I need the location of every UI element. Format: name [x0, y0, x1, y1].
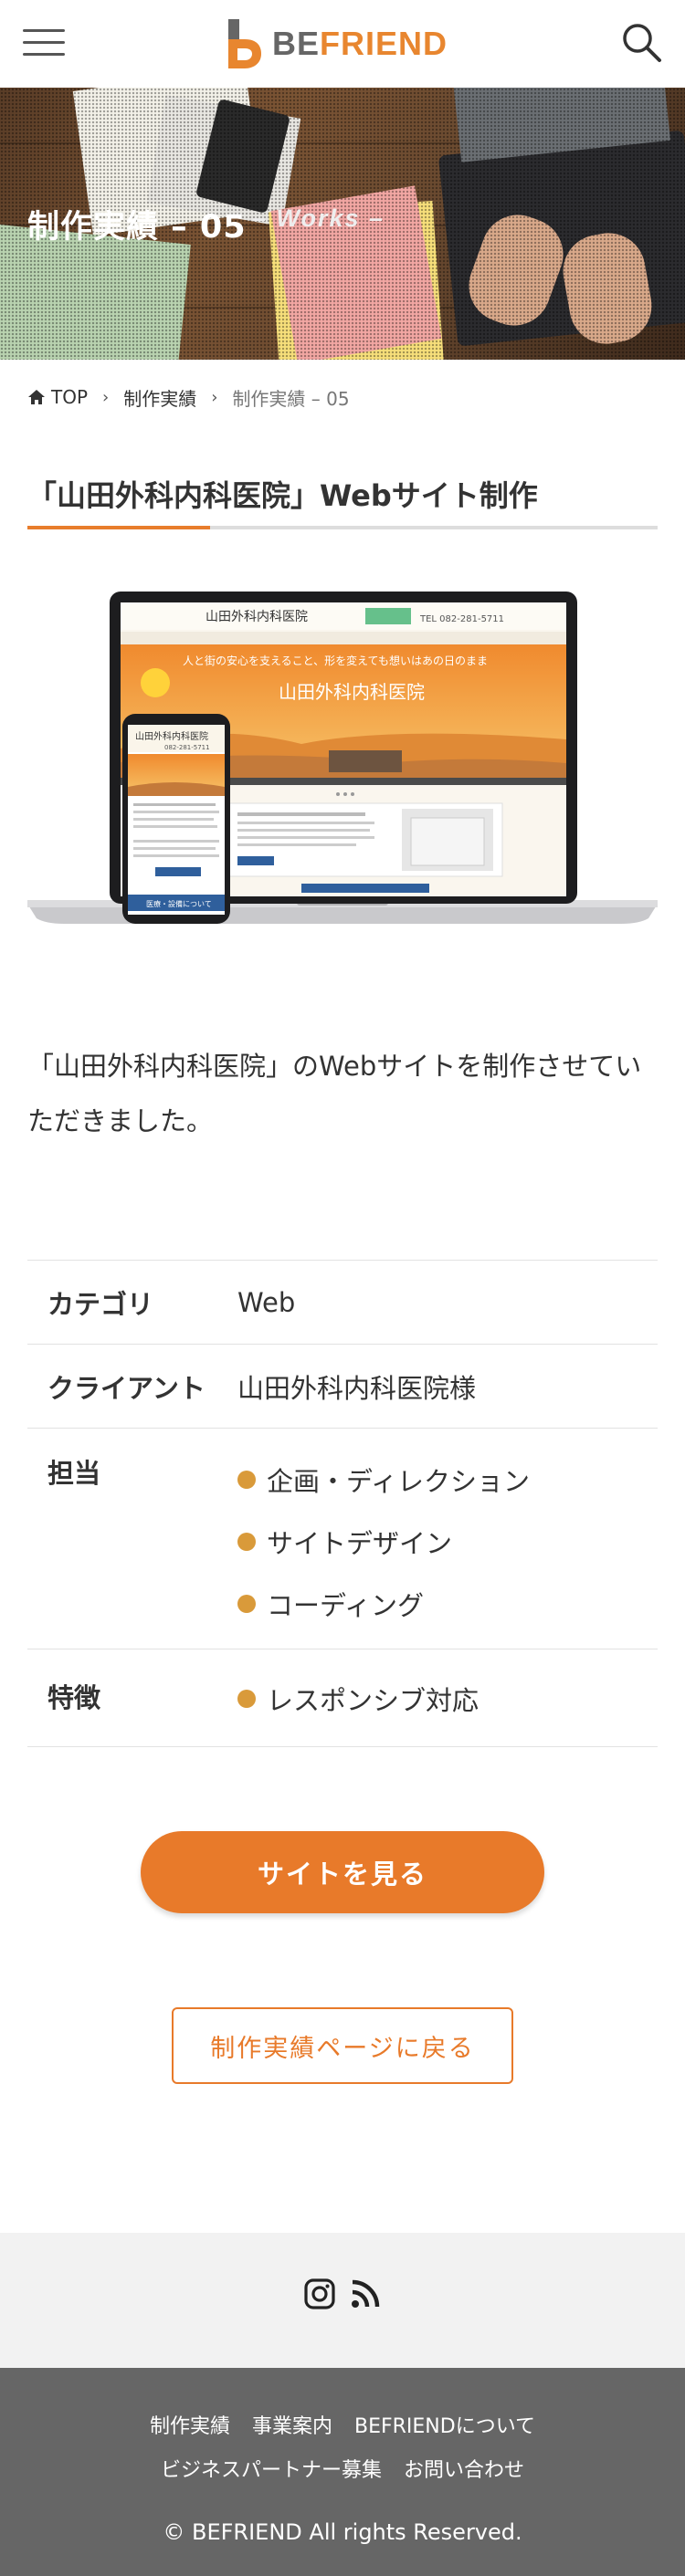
website-mockup-image: 山田外科内科医院 TEL 082-281-5711 人と街の安心を支えること、形…: [27, 592, 658, 924]
svg-text:医療・設備について: 医療・設備について: [146, 899, 212, 908]
info-value-feature-list: レスポンシブ対応: [237, 1649, 479, 1746]
breadcrumb-works[interactable]: 制作実績: [123, 384, 196, 411]
logo-text: BEFRIEND: [272, 25, 448, 62]
breadcrumb-current: 制作実績 – 05: [232, 387, 350, 410]
title-underline: [27, 526, 658, 529]
svg-text:082-281-5711: 082-281-5711: [164, 744, 210, 751]
footer-nav-row-1: 制作実績 事業案内 BEFRIENDについて: [0, 2410, 685, 2439]
list-item: レスポンシブ対応: [237, 1681, 479, 1717]
page-title: 「山田外科内科医院」Webサイト制作: [27, 478, 538, 513]
info-label-role: 担当: [47, 1458, 101, 1489]
instagram-icon[interactable]: [304, 2278, 335, 2309]
footer-link-about[interactable]: BEFRIENDについて: [354, 2410, 535, 2439]
list-item: 企画・ディレクション: [237, 1449, 530, 1511]
svg-text:人と街の安心を支えること、形を変えても想いはあの日のまま: 人と街の安心を支えること、形を変えても想いはあの日のまま: [183, 654, 488, 667]
site-header: BEFRIEND: [0, 0, 685, 88]
info-label-client: クライアント: [47, 1372, 206, 1404]
info-value-role-list: 企画・ディレクション サイトデザイン コーディング: [237, 1429, 530, 1649]
rss-icon[interactable]: [350, 2278, 381, 2309]
bullet-dot-icon: [237, 1471, 256, 1489]
footer-link-business[interactable]: 事業案内: [252, 2410, 332, 2439]
svg-text:山田外科内科医院: 山田外科内科医院: [206, 610, 308, 624]
site-footer: 制作実績 事業案内 BEFRIENDについて ビジネスパートナー募集 お問い合わ…: [0, 2368, 685, 2576]
back-to-works-button[interactable]: 制作実績ページに戻る: [172, 2007, 513, 2084]
footer-nav-row-2: ビジネスパートナー募集 お問い合わせ: [0, 2454, 685, 2483]
list-item: コーディング: [237, 1573, 530, 1635]
svg-text:山田外科内科医院: 山田外科内科医院: [279, 681, 425, 703]
info-row-category: カテゴリ Web: [27, 1260, 658, 1344]
bullet-dot-icon: [237, 1533, 256, 1551]
info-row-feature: 特徴 レスポンシブ対応: [27, 1649, 658, 1747]
view-site-button[interactable]: サイトを見る: [141, 1831, 544, 1913]
breadcrumb-top[interactable]: TOP: [51, 386, 88, 408]
hamburger-menu-icon[interactable]: [23, 27, 65, 58]
info-row-client: クライアント 山田外科内科医院様: [27, 1344, 658, 1428]
info-label-feature: 特徴: [47, 1682, 101, 1713]
hero-banner: 制作実績 – 05 – Works –: [0, 88, 685, 360]
bullet-dot-icon: [237, 1690, 256, 1708]
hero-title: 制作実績 – 05: [27, 209, 247, 246]
social-links-bar: [0, 2233, 685, 2368]
svg-text:山田外科内科医院: 山田外科内科医院: [135, 730, 208, 742]
work-description: 「山田外科内科医院」のWebサイトを制作させていただきました。: [27, 1051, 642, 1136]
home-icon: [28, 390, 45, 404]
footer-link-partner[interactable]: ビジネスパートナー募集: [161, 2454, 382, 2483]
footer-link-works[interactable]: 制作実績: [150, 2410, 230, 2439]
chevron-right-icon: ›: [102, 387, 110, 407]
work-info-table: カテゴリ Web クライアント 山田外科内科医院様 担当 企画・ディレクション …: [27, 1260, 658, 1747]
info-value-category: Web: [237, 1286, 296, 1318]
info-label-category: カテゴリ: [47, 1288, 154, 1320]
bullet-dot-icon: [237, 1595, 256, 1613]
copyright: © BEFRIEND All rights Reserved.: [163, 2519, 522, 2545]
footer-link-contact[interactable]: お問い合わせ: [404, 2454, 524, 2483]
hero-subtitle: – Works –: [252, 204, 385, 232]
info-row-role: 担当 企画・ディレクション サイトデザイン コーディング: [27, 1428, 658, 1649]
list-item: サイトデザイン: [237, 1511, 530, 1573]
logo-mark-icon: [228, 19, 261, 68]
svg-text:TEL 082-281-5711: TEL 082-281-5711: [419, 614, 504, 624]
breadcrumb: TOP › 制作実績 › 制作実績 – 05: [27, 383, 350, 411]
site-logo[interactable]: BEFRIEND: [225, 16, 448, 71]
search-icon[interactable]: [619, 20, 663, 64]
chevron-right-icon: ›: [211, 387, 218, 407]
info-value-client: 山田外科内科医院様: [237, 1372, 477, 1404]
